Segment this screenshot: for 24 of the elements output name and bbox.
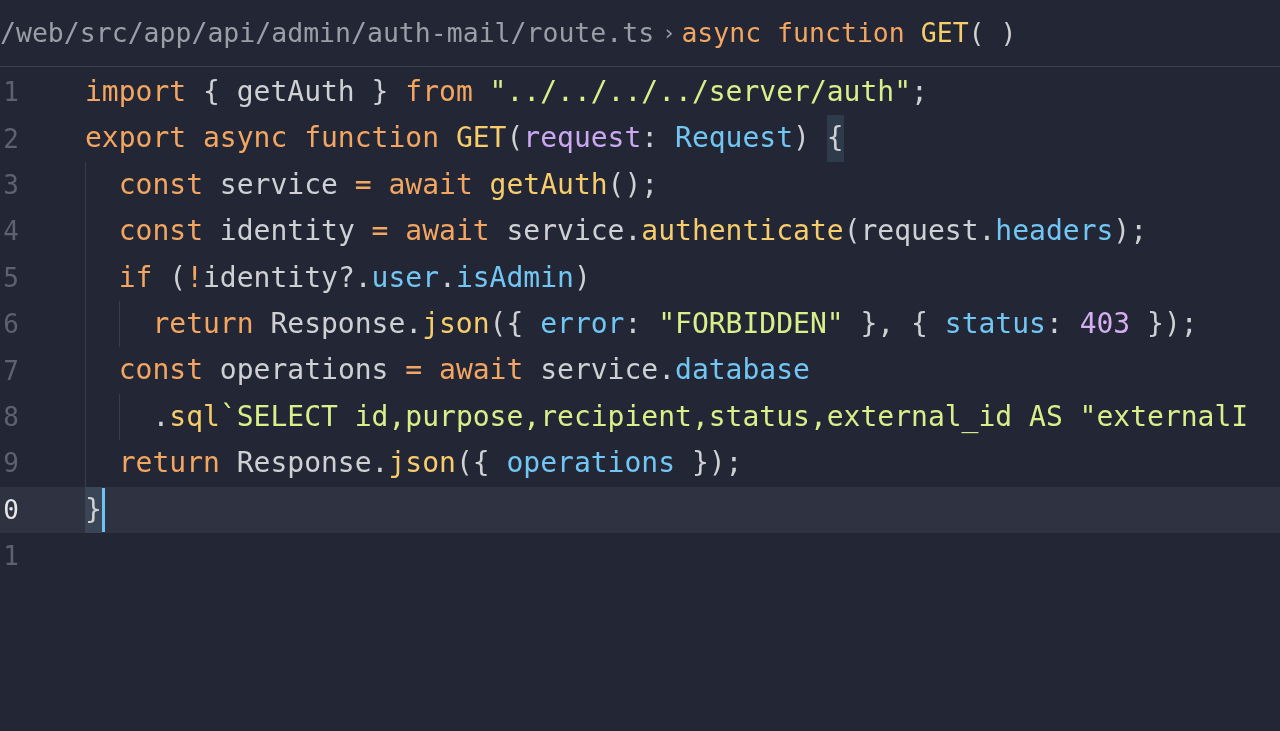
line-number: 4 [2, 216, 19, 247]
line-number: 0 [2, 494, 19, 525]
code-line: import { getAuth } from "../../../../server/auth"; [85, 74, 928, 110]
line-number: 7 [2, 355, 19, 386]
code-line: .sql`SELECT id,purpose,recipient,status,external_id AS "externalI [85, 393, 1249, 441]
code-line: return Response.json({ operations }); [85, 440, 743, 487]
line-number: 9 [2, 448, 19, 479]
line-number: 2 [2, 123, 19, 154]
line-number: 1 [2, 77, 19, 108]
breadcrumb-path[interactable]: /web/src/app/api/admin/auth-mail/route.ts [0, 16, 655, 48]
code-line: return Response.json({ error: "FORBIDDEN" }, { status: 403 }); [85, 300, 1198, 348]
code-line: if (!identity?.user.isAdmin) [85, 254, 591, 301]
code-line: const identity = await service.authenticate(request.headers); [85, 208, 1148, 255]
code-line: const service = await getAuth(); [85, 161, 659, 209]
line-number: 8 [2, 401, 19, 432]
line-number: 5 [2, 262, 19, 293]
breadcrumb-symbol[interactable]: async function GET( ) [681, 16, 1017, 48]
line-number: 1 [2, 541, 19, 572]
breadcrumb-separator: › [662, 19, 676, 45]
code-line: export async function GET(request: Request) { [85, 115, 844, 162]
line-number: 3 [2, 169, 19, 200]
text-cursor [101, 487, 105, 532]
line-number: 6 [2, 309, 19, 340]
code-line: const operations = await service.database [85, 347, 810, 394]
